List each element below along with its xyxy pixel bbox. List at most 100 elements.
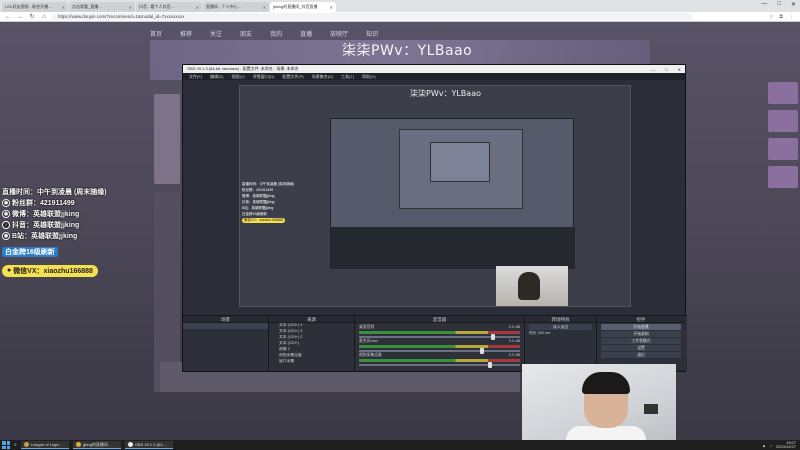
volume-icon[interactable]: ♪ [770, 443, 772, 448]
exit-button[interactable]: 退出 [601, 352, 681, 358]
channel-level: 0.0 dB [509, 353, 520, 357]
gift-card[interactable] [768, 138, 798, 160]
menu-edit[interactable]: 编辑(E) [210, 74, 223, 80]
nav-item[interactable]: 我的 [270, 29, 282, 38]
obs-icon [127, 442, 133, 447]
volume-meter [359, 331, 520, 334]
clock-date: 2023/12/27 [775, 444, 796, 449]
back-icon[interactable]: ← [4, 14, 12, 20]
forward-icon[interactable]: → [16, 14, 24, 20]
weibo-text: 微博：英雄联盟jjking [12, 210, 80, 218]
volume-slider[interactable] [359, 334, 520, 340]
tab-label: LOL好友视频 - 联合开播... [5, 4, 52, 9]
taskbar-item-obs[interactable]: OBS 29.1.3 (64-... [124, 441, 173, 449]
menu-docks[interactable]: 停靠窗口(D) [253, 74, 275, 80]
volume-slider[interactable] [359, 362, 520, 368]
close-icon[interactable]: ✕ [129, 5, 132, 10]
gift-card[interactable] [768, 110, 798, 132]
close-icon[interactable]: ✕ [196, 5, 199, 10]
windows-start-icon[interactable] [2, 441, 10, 449]
browser-tab[interactable]: 抖音 - 看个人抖音... ✕ [136, 2, 202, 12]
nav-item[interactable]: 推荐 [180, 29, 192, 38]
network-icon[interactable]: ▲ [762, 443, 766, 448]
taskbar-item-label: jjking的直播间... [82, 441, 112, 447]
settings-button[interactable]: 设置 [601, 345, 681, 351]
transition-duration-row: 时长 300 ms [525, 331, 596, 337]
minimize-button[interactable]: — [651, 67, 655, 72]
qq-icon: ◉ [2, 198, 10, 207]
obs-docks: 场景 来源 文本 (GDI+) 4 文本 (GDI+) 3 文本 (GDI+) … [183, 315, 687, 372]
gift-card[interactable] [768, 166, 798, 188]
nested-docks [331, 227, 575, 269]
transition-select[interactable]: 淡入淡出 [529, 324, 592, 330]
maximize-button[interactable]: □ [777, 1, 781, 8]
maximize-button[interactable]: □ [665, 67, 667, 72]
close-button[interactable]: ✕ [791, 1, 796, 8]
nav-item[interactable]: 知识 [366, 29, 378, 38]
scene-item[interactable] [183, 323, 268, 329]
obs-menu-bar: 文件(F) 编辑(E) 视图(V) 停靠窗口(D) 配置文件(P) 场景集合(S… [183, 73, 685, 80]
home-icon[interactable]: ⌂ [40, 14, 48, 20]
nav-item[interactable]: 直播 [300, 29, 312, 38]
taskbar-item-chrome[interactable]: jjking的直播间... [72, 441, 121, 449]
taskbar-item-league[interactable]: League of Lege... [20, 441, 69, 449]
close-icon[interactable]: ✕ [330, 5, 333, 10]
menu-profile[interactable]: 配置文件(P) [282, 74, 303, 80]
menu-view[interactable]: 视图(V) [231, 74, 244, 80]
sources-dock-title: 来源 [269, 316, 354, 323]
volume-slider[interactable] [359, 348, 520, 354]
scenes-dock-title: 场景 [183, 316, 268, 323]
menu-help[interactable]: 帮助(H) [362, 74, 376, 80]
nav-item[interactable]: 放映厅 [330, 29, 348, 38]
nav-item[interactable]: 关注 [210, 29, 222, 38]
close-icon[interactable]: ✕ [62, 5, 65, 10]
reload-icon[interactable]: ↻ [28, 13, 36, 20]
page-left-card [154, 94, 180, 184]
start-streaming-button[interactable]: 开始直播 [601, 324, 681, 330]
browser-tab[interactable]: LOL好友视频 - 联合开播... ✕ [2, 2, 68, 12]
webcam-feed [522, 364, 676, 450]
obs-preview[interactable]: 柒柒PWv：YLBaao 直播时间：中午到凌晨 (周末随缘) 粉丝群：42191… [239, 85, 631, 307]
sources-dock: 来源 文本 (GDI+) 4 文本 (GDI+) 3 文本 (GDI+) 2 文… [269, 316, 355, 372]
preview-webcam [496, 266, 568, 306]
volume-meter [359, 345, 520, 348]
browser-tab-active[interactable]: jkking的直播间_抖音直播 ✕ [270, 2, 336, 12]
menu-icon[interactable]: ⋮ [789, 14, 794, 20]
extensions-icon[interactable]: ⧉ [779, 14, 783, 20]
preview-info-overlay: 直播时间：中午到凌晨 (周末随缘) 粉丝群：421911499 微博：英雄联盟j… [242, 182, 302, 224]
desktop: LOL好友视频 - 联合开播... ✕ 点击观看_直播... ✕ 抖音 - 看个人抖… [0, 0, 800, 450]
star-icon[interactable]: ☆ [769, 14, 773, 20]
chrome-icon [75, 442, 81, 447]
mixer-dock: 混音器 桌面音频 0.0 dB 麦克风/Aux 0.0 dB 视频采集设备 0.… [355, 316, 525, 372]
gift-card[interactable] [768, 82, 798, 104]
url-input[interactable]: https://www.douyin.com/?recommend=1&moda… [52, 13, 692, 20]
douyin-text: 抖音：英雄联盟jjking [12, 221, 80, 229]
close-icon[interactable]: ✕ [263, 5, 266, 10]
studio-mode-button[interactable]: 工作室模式 [601, 338, 681, 344]
preview-stream-title: 柒柒PWv：YLBaao [410, 89, 481, 98]
page-right-column [768, 82, 798, 282]
douyin-row: ♪ 抖音：英雄联盟jjking [2, 219, 122, 230]
browser-tab[interactable]: 直播间 - 个人中心... ✕ [203, 2, 269, 12]
schedule-text: 直播时间：中午到凌晨 (周末随缘) [2, 188, 107, 196]
nav-item[interactable]: 首页 [150, 29, 162, 38]
close-button[interactable]: ✕ [678, 67, 681, 72]
menu-file[interactable]: 文件(F) [189, 74, 202, 80]
extension-area: ☆ ⧉ ⋮ [769, 14, 794, 20]
search-icon[interactable]: ⌕ [14, 442, 17, 448]
minimize-button[interactable]: — [761, 1, 767, 8]
start-recording-button[interactable]: 开始录制 [601, 331, 681, 337]
nested-capture-inner [399, 129, 523, 209]
mixer-channel: 视频采集设备 0.0 dB [355, 351, 524, 368]
nav-item[interactable]: 朋友 [240, 29, 252, 38]
fan-group-row: ◉ 粉丝群：421911499 [2, 197, 122, 208]
menu-scene-collection[interactable]: 场景集合(S) [312, 74, 333, 80]
webcam-background-object [644, 404, 658, 414]
bilibili-text: B站：英雄联盟jjking [12, 232, 78, 240]
source-item[interactable]: 窗口采集 [269, 359, 354, 365]
tab-label: 点击观看_直播... [72, 4, 102, 9]
browser-tab[interactable]: 点击观看_直播... ✕ [69, 2, 135, 12]
menu-tools[interactable]: 工具(T) [341, 74, 354, 80]
clock[interactable]: 19:07 2023/12/27 [776, 441, 796, 449]
duration-input[interactable]: 300 ms [538, 331, 550, 335]
